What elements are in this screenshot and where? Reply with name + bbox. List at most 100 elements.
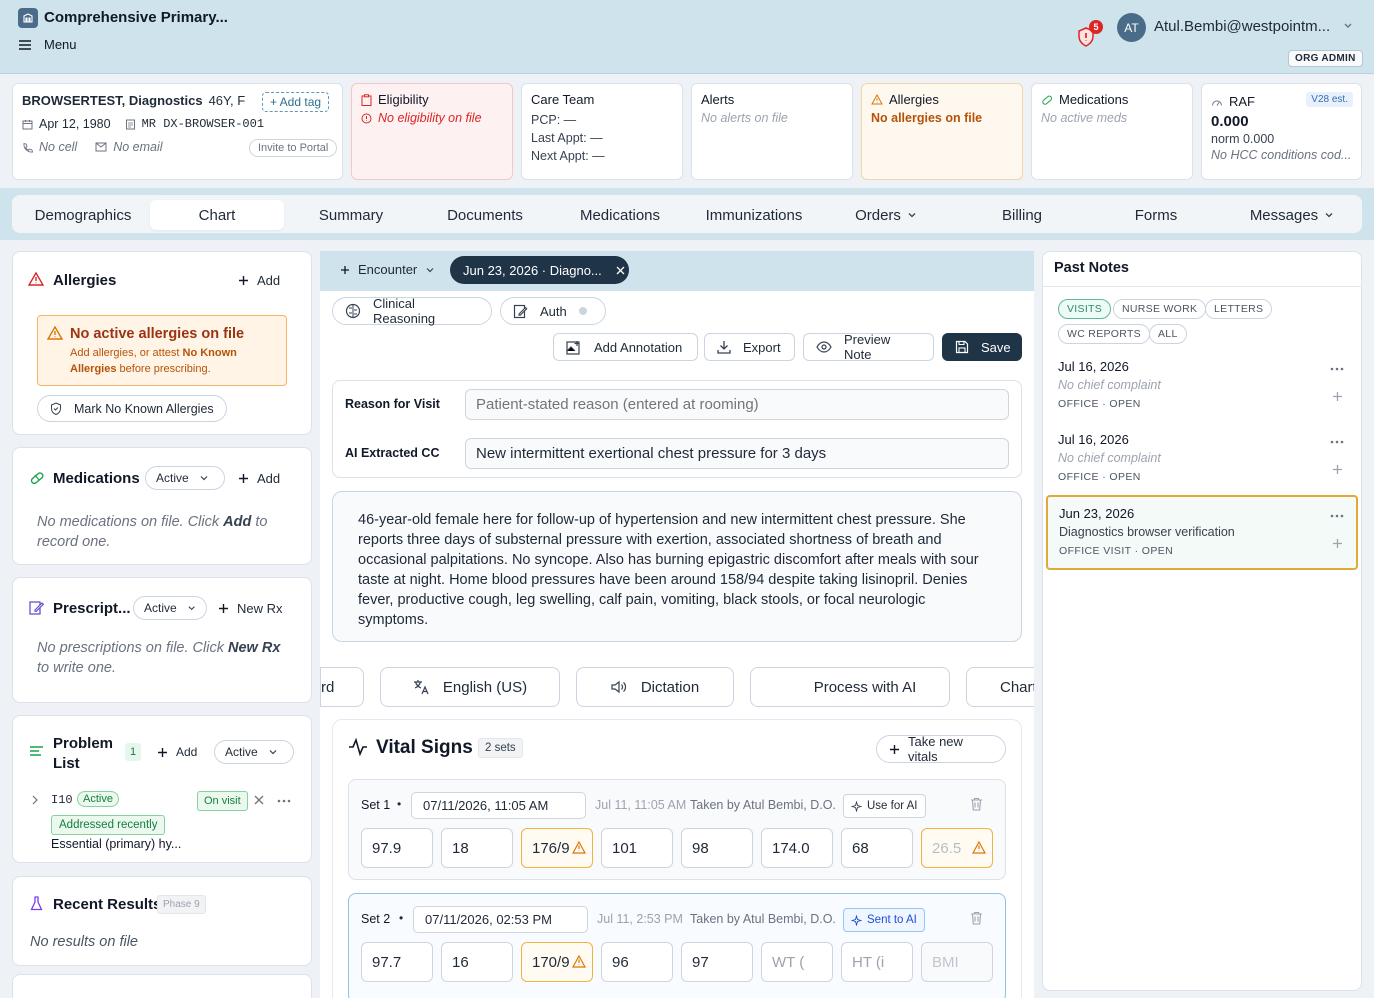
tab-billing[interactable]: Billing	[962, 200, 1082, 230]
reason-for-visit-input[interactable]	[465, 389, 1009, 420]
sent-to-ai-badge[interactable]: Sent to AI	[843, 908, 925, 932]
vital-bmi-set-2: BMI	[921, 942, 993, 982]
add-allergy-button[interactable]: Add	[238, 273, 280, 288]
chip-nurse-work[interactable]: NURSE WORK	[1113, 299, 1207, 319]
auth-label: Auth	[540, 303, 567, 319]
medications-filter-select[interactable]: Active	[145, 466, 225, 490]
past-note-item[interactable]: Jul 16, 2026 No chief complaint OFFICE ·…	[1058, 359, 1358, 410]
medications-summary-status: No active meds	[1041, 111, 1128, 125]
vital-height-set-2[interactable]: HT (i	[841, 942, 913, 982]
chart-button[interactable]: Chart	[966, 667, 1034, 707]
vital-pulse-set-1[interactable]: 101	[601, 828, 673, 868]
plus-icon[interactable]	[1332, 391, 1343, 402]
raf-card[interactable]: RAF V28 est. 0.000 norm 0.000 No HCC con…	[1201, 83, 1362, 180]
ai-extracted-cc-input[interactable]: New intermittent exertional chest pressu…	[465, 438, 1009, 469]
use-for-ai-button[interactable]: Use for AI	[843, 794, 926, 818]
vital-resp-set-2[interactable]: 16	[441, 942, 513, 982]
bullet-dot: •	[397, 797, 402, 811]
invite-portal-button[interactable]: Invite to Portal	[249, 139, 338, 157]
new-rx-button[interactable]: New Rx	[218, 601, 283, 616]
plus-icon[interactable]	[1332, 464, 1343, 475]
vital-temp-set-1[interactable]: 97.9	[361, 828, 433, 868]
encounter-tab-active[interactable]: Jun 23, 2026 · Diagno...	[450, 256, 629, 284]
record-button[interactable]: rd	[320, 667, 364, 707]
menu-button[interactable]: Menu	[18, 37, 77, 52]
trash-icon[interactable]	[970, 797, 983, 811]
dictation-button[interactable]: Dictation	[576, 667, 734, 707]
chip-wc-reports[interactable]: WC REPORTS	[1058, 324, 1150, 344]
medications-summary-card[interactable]: Medications No active meds	[1031, 83, 1193, 180]
tab-chart[interactable]: Chart	[150, 200, 284, 230]
care-team-card[interactable]: Care Team PCP: — Last Appt: — Next Appt:…	[521, 83, 683, 180]
more-horizontal-icon[interactable]	[277, 799, 291, 803]
sparkle-icon	[851, 800, 862, 812]
user-avatar[interactable]: AT	[1117, 13, 1146, 42]
more-horizontal-icon[interactable]	[1330, 367, 1344, 371]
problem-filter-select[interactable]: Active	[214, 740, 294, 764]
note-complaint: No chief complaint	[1058, 378, 1161, 392]
chevron-right-icon[interactable]	[31, 795, 39, 805]
vital-spo2-set-2[interactable]: 97	[681, 942, 753, 982]
plus-icon	[218, 603, 229, 614]
on-visit-badge[interactable]: On visit	[197, 791, 248, 811]
tab-summary[interactable]: Summary	[294, 200, 408, 230]
close-icon[interactable]	[254, 795, 264, 805]
clinical-narrative-textarea[interactable]: 46-year-old female here for follow-up of…	[332, 491, 1022, 642]
language-button[interactable]: English (US)	[380, 667, 560, 707]
auth-button[interactable]: Auth	[500, 297, 606, 325]
tab-orders[interactable]: Orders	[830, 200, 942, 230]
vital-temp-set-2[interactable]: 97.7	[361, 942, 433, 982]
add-medication-button[interactable]: Add	[238, 471, 280, 486]
more-horizontal-icon[interactable]	[1330, 440, 1344, 444]
tab-demographics[interactable]: Demographics	[22, 200, 144, 230]
add-problem-button[interactable]: Add	[157, 745, 197, 759]
vital-bp-set-2[interactable]: 170/9	[521, 942, 593, 982]
vital-set-2-datetime[interactable]: 07/11/2026, 02:53 PM	[413, 906, 588, 933]
past-note-item[interactable]: Jun 23, 2026 Diagnostics browser verific…	[1059, 506, 1359, 557]
chip-letters[interactable]: LETTERS	[1205, 299, 1273, 319]
vital-weight-set-1[interactable]: 174.0	[761, 828, 833, 868]
add-annotation-button[interactable]: Add Annotation	[553, 333, 698, 361]
eligibility-title: Eligibility	[378, 92, 429, 107]
tab-messages[interactable]: Messages	[1230, 200, 1354, 230]
past-note-item[interactable]: Jul 16, 2026 No chief complaint OFFICE ·…	[1058, 432, 1358, 483]
add-tag-button[interactable]: + Add tag	[262, 92, 330, 112]
vital-resp-set-1[interactable]: 18	[441, 828, 513, 868]
tab-documents[interactable]: Documents	[418, 200, 552, 230]
vital-spo2-set-1[interactable]: 98	[681, 828, 753, 868]
vital-set-1-datetime[interactable]: 07/11/2026, 11:05 AM	[411, 792, 586, 819]
medications-empty: No medications on file. Click Add to rec…	[37, 512, 292, 552]
trash-icon[interactable]	[970, 911, 983, 925]
problem-list-title-2: List	[53, 755, 80, 772]
chevron-down-icon[interactable]	[1343, 21, 1353, 31]
take-new-vitals-button[interactable]: Take new vitals	[876, 734, 1006, 764]
user-email[interactable]: Atul.Bembi@westpointm...	[1154, 18, 1330, 35]
clinical-reasoning-button[interactable]: Clinical Reasoning	[332, 296, 492, 326]
mark-nka-button[interactable]: Mark No Known Allergies	[37, 395, 227, 422]
vital-height-set-1[interactable]: 68	[841, 828, 913, 868]
more-horizontal-icon[interactable]	[1330, 514, 1344, 518]
vital-weight-set-2[interactable]: WT (	[761, 942, 833, 982]
sent-to-ai-label: Sent to AI	[867, 914, 917, 926]
prescriptions-filter-select[interactable]: Active	[133, 596, 207, 620]
add-problem-label: Add	[176, 745, 198, 759]
preview-note-button[interactable]: Preview Note	[803, 332, 934, 362]
export-button[interactable]: Export	[704, 333, 795, 361]
vital-bmi-set-1[interactable]: 26.5	[921, 828, 993, 868]
close-icon[interactable]	[616, 266, 625, 275]
alerts-card[interactable]: Alerts No alerts on file	[691, 83, 853, 180]
tab-immunizations[interactable]: Immunizations	[688, 200, 820, 230]
save-button[interactable]: Save	[942, 333, 1022, 361]
process-with-ai-button[interactable]: Process with AI	[750, 667, 950, 707]
encounter-menu-button[interactable]: Encounter	[340, 262, 435, 277]
tab-medications[interactable]: Medications	[562, 200, 678, 230]
vital-pulse-set-2[interactable]: 96	[601, 942, 673, 982]
eligibility-card[interactable]: Eligibility No eligibility on file	[351, 83, 513, 180]
vital-bp-set-1[interactable]: 176/9	[521, 828, 593, 868]
vital-set-1-label: Set 1	[361, 798, 391, 812]
chip-all[interactable]: ALL	[1149, 324, 1187, 344]
allergies-summary-card[interactable]: Allergies No allergies on file	[861, 83, 1023, 180]
plus-icon[interactable]	[1332, 538, 1343, 549]
chip-visits[interactable]: VISITS	[1058, 299, 1112, 319]
tab-forms[interactable]: Forms	[1102, 200, 1210, 230]
